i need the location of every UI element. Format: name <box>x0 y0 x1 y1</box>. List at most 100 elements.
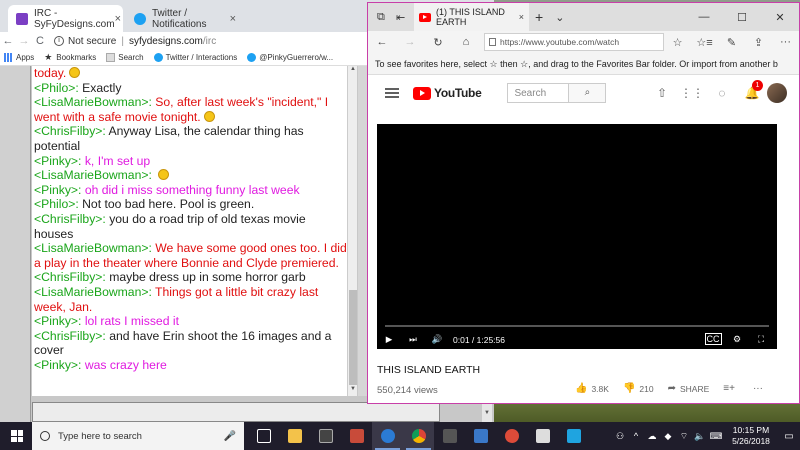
notifications-bell-icon[interactable]: 🔔 1 <box>737 80 767 100</box>
messages-icon[interactable]: ◌ <box>707 86 737 100</box>
add-to-playlist-button[interactable]: ≡+ <box>723 383 739 394</box>
chat-nick[interactable]: <Philo>: <box>34 81 79 95</box>
refresh-icon[interactable]: ↻ <box>424 36 452 49</box>
minimize-icon[interactable]: — <box>685 11 723 24</box>
reload-icon[interactable]: C <box>32 35 48 47</box>
apps-grid-icon[interactable]: ⋮⋮ <box>677 86 707 100</box>
onedrive-cloud-icon[interactable]: ☁ <box>644 431 660 442</box>
chat-nick[interactable]: <Philo>: <box>34 197 79 211</box>
mail-icon[interactable] <box>527 422 558 450</box>
youtube-logo[interactable]: YouTube <box>413 86 482 100</box>
tab-close-icon[interactable]: × <box>519 12 524 22</box>
scrollbar-thumb[interactable] <box>349 290 357 385</box>
chat-nick[interactable]: <LisaMarieBowman>: <box>34 241 152 255</box>
tab-preview-icon[interactable]: ⧉ <box>377 11 385 24</box>
back-arrow-icon[interactable]: ← <box>0 35 16 47</box>
home-icon[interactable]: ⌂ <box>452 36 480 48</box>
network-icon[interactable]: ⌔ <box>676 431 692 442</box>
more-menu-icon[interactable]: ··· <box>772 36 799 49</box>
web-note-icon[interactable]: ✎ <box>718 36 745 49</box>
share-icon[interactable]: ⇪ <box>745 36 772 49</box>
tab-twitter[interactable]: Twitter / Notifications × <box>126 5 244 32</box>
start-button[interactable] <box>4 422 30 450</box>
scroll-down-arrow-icon[interactable]: ▼ <box>348 386 358 396</box>
chat-scrollbar[interactable]: ▲ ▼ <box>347 66 357 396</box>
dislike-button[interactable]: 👎 210 <box>623 383 654 394</box>
dropbox-icon[interactable]: ◆ <box>660 431 676 442</box>
clock[interactable]: 10:15 PM 5/26/2018 <box>724 425 778 447</box>
chat-nick[interactable]: <Pinky>: <box>34 358 81 372</box>
scroll-down-arrow-icon[interactable]: ▼ <box>482 410 492 420</box>
more-actions-button[interactable]: ··· <box>753 383 767 394</box>
chrome-taskbar-icon[interactable] <box>403 422 434 450</box>
forward-arrow-icon[interactable]: → <box>16 35 32 47</box>
tabs-aside-icon[interactable]: ⇤ <box>396 11 405 24</box>
chat-input-box[interactable] <box>32 402 440 422</box>
captions-icon[interactable]: CC <box>701 333 725 345</box>
share-button[interactable]: ➦ SHARE <box>668 383 710 394</box>
google-plus-icon[interactable] <box>496 422 527 450</box>
settings-gear-icon[interactable]: ⚙ <box>725 334 749 345</box>
maximize-icon[interactable]: ☐ <box>723 11 761 24</box>
action-center-icon[interactable]: ▭ <box>778 431 800 442</box>
tab-close-icon[interactable]: × <box>115 13 121 25</box>
chat-nick[interactable]: <Pinky>: <box>34 314 81 328</box>
show-hidden-icons-icon[interactable]: ^ <box>628 431 644 441</box>
bookmark-search[interactable]: Search <box>106 53 144 62</box>
tab-list-chevron-icon[interactable]: ⌄ <box>555 11 564 24</box>
people-icon[interactable]: ⚇ <box>612 431 628 442</box>
scroll-up-arrow-icon[interactable]: ▲ <box>348 66 358 76</box>
volume-icon[interactable]: 🔈 <box>692 431 708 442</box>
new-tab-icon[interactable]: + <box>535 9 543 25</box>
app-s-icon[interactable] <box>434 422 465 450</box>
bookmark-bookmarks[interactable]: ★ Bookmarks <box>44 53 96 63</box>
tab-close-icon[interactable]: × <box>230 13 236 25</box>
info-icon[interactable]: i <box>54 36 64 46</box>
edge-taskbar-icon[interactable] <box>372 422 403 450</box>
bookmark-pinkyguerrero[interactable]: @PinkyGuerrero/w... <box>247 53 333 62</box>
chat-nick[interactable]: <LisaMarieBowman>: <box>34 95 152 109</box>
back-arrow-icon[interactable]: ← <box>368 36 396 48</box>
app-p-icon[interactable] <box>465 422 496 450</box>
upload-icon[interactable]: ⇧ <box>647 86 677 100</box>
chat-nick[interactable]: <Pinky>: <box>34 154 81 168</box>
chat-nick[interactable]: <ChrisFilby>: <box>34 212 106 226</box>
tab-youtube[interactable]: (1) THIS ISLAND EARTH × <box>414 3 529 31</box>
security-label: Not secure <box>68 35 117 47</box>
file-explorer-icon[interactable] <box>279 422 310 450</box>
chat-nick[interactable]: <LisaMarieBowman>: <box>34 285 152 299</box>
favorite-star-icon[interactable]: ☆ <box>664 36 691 49</box>
like-button[interactable]: 👍 3.8K <box>575 383 609 394</box>
chat-nick[interactable]: <ChrisFilby>: <box>34 329 106 343</box>
chat-nick[interactable]: <Pinky>: <box>34 183 81 197</box>
bookmark-twitter-interactions[interactable]: Twitter / Interactions <box>153 53 237 62</box>
forward-arrow-icon[interactable]: → <box>396 36 424 48</box>
media-app-icon[interactable] <box>310 422 341 450</box>
video-progress-bar[interactable] <box>385 325 769 327</box>
video-player[interactable]: ▶ ⏭ 🔊 0:01 / 1:25:56 CC ⚙ ⛶ <box>377 124 777 349</box>
youtube-search-input[interactable]: Search <box>507 83 570 103</box>
chat-nick[interactable]: <ChrisFilby>: <box>34 270 106 284</box>
chat-nick[interactable]: <LisaMarieBowman>: <box>34 168 152 182</box>
chat-input[interactable] <box>33 404 439 422</box>
next-icon[interactable]: ⏭ <box>401 334 425 345</box>
chat-nick[interactable]: <ChrisFilby>: <box>34 124 106 138</box>
video-time: 0:01 / 1:25:56 <box>453 334 505 345</box>
bookmark-apps[interactable]: Apps <box>4 53 34 62</box>
favorites-hub-icon[interactable]: ☆≡ <box>691 36 718 49</box>
tab-irc[interactable]: IRC - SyFyDesigns.com × <box>8 5 123 32</box>
play-icon[interactable]: ▶ <box>377 334 401 345</box>
task-view-icon[interactable] <box>248 422 279 450</box>
avatar[interactable] <box>767 83 787 103</box>
address-bar[interactable]: https://www.youtube.com/watch <box>484 33 664 51</box>
taskbar-search[interactable]: Type here to search 🎤 <box>32 422 244 450</box>
app-blue-icon[interactable] <box>558 422 589 450</box>
keyboard-icon[interactable]: ⌨ <box>708 431 724 442</box>
close-window-icon[interactable]: ✕ <box>761 11 799 24</box>
microphone-icon[interactable]: 🎤 <box>224 431 236 442</box>
volume-icon[interactable]: 🔊 <box>425 334 449 345</box>
search-icon[interactable]: ⌕ <box>569 83 607 103</box>
hamburger-menu-icon[interactable] <box>385 88 399 98</box>
photo-app-icon[interactable] <box>341 422 372 450</box>
fullscreen-icon[interactable]: ⛶ <box>749 334 773 345</box>
